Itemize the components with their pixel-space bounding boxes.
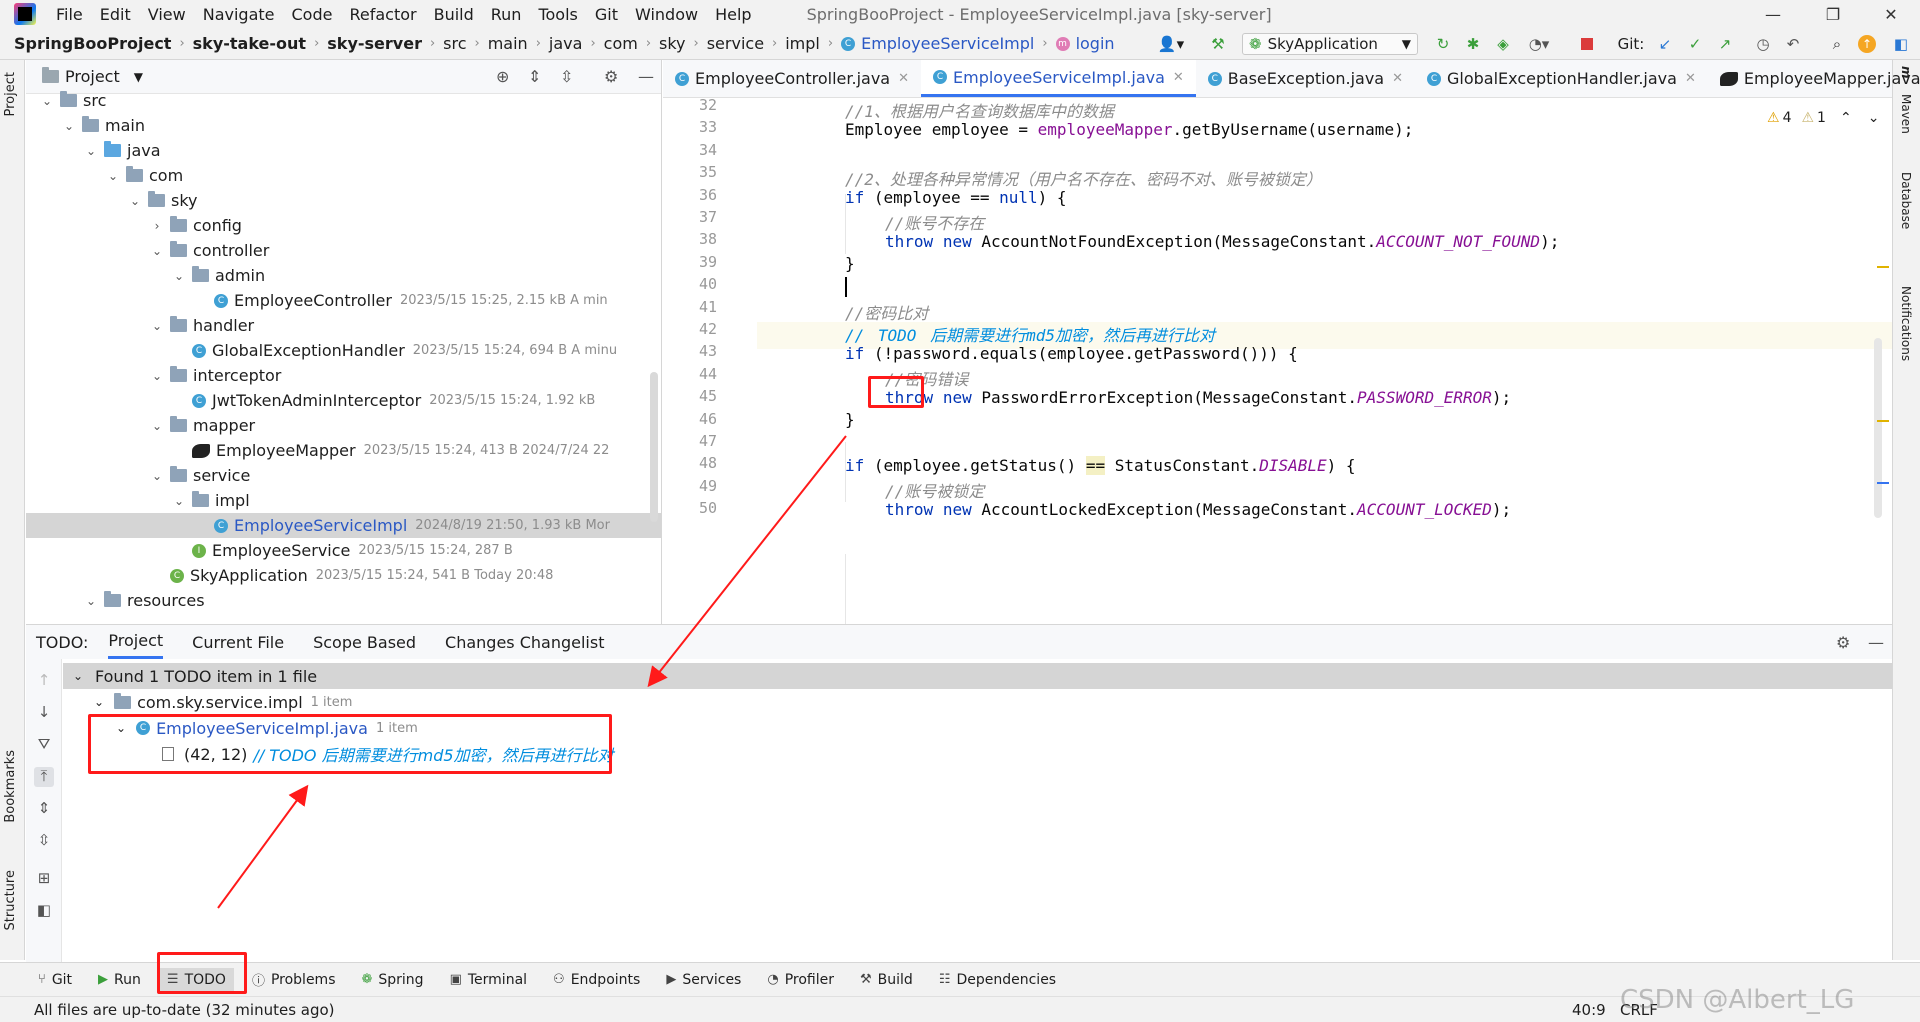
arrow-to-todo-list — [647, 435, 847, 688]
arrow-from-todo-button — [217, 784, 309, 909]
annotation-arrows — [217, 435, 847, 909]
